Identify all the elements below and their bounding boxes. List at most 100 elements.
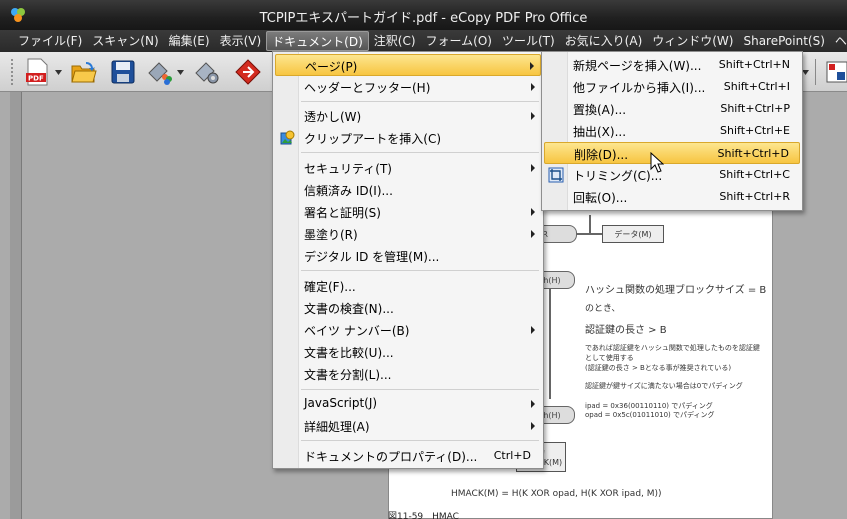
data-node: データ(M) (602, 225, 664, 243)
menu-item-redaction[interactable]: 墨塗り(R) (275, 223, 541, 245)
menu-item-insert-new-page[interactable]: 新規ページを挿入(W)... Shift+Ctrl+N (544, 54, 800, 76)
menu-window[interactable]: ウィンドウ(W) (647, 31, 738, 51)
save-button[interactable] (108, 57, 138, 87)
menu-tools[interactable]: ツール(T) (497, 31, 560, 51)
menu-favorites[interactable]: お気に入り(A) (560, 31, 648, 51)
gear-tool-icon (195, 62, 219, 84)
dropdown-arrow-icon[interactable] (802, 70, 809, 75)
menu-item-label: 文書の検査(N)... (304, 302, 394, 316)
menu-item-shortcut: Shift+Ctrl+P (720, 102, 790, 115)
svg-text:PDF: PDF (28, 75, 44, 83)
menu-file[interactable]: ファイル(F) (13, 31, 87, 51)
submenu-arrow-icon (530, 62, 534, 70)
menu-item-document-properties[interactable]: ドキュメントのプロパティ(D)... Ctrl+D (275, 445, 541, 467)
menu-item-shortcut: Shift+Ctrl+I (723, 80, 790, 93)
menu-scan[interactable]: スキャン(N) (87, 31, 163, 51)
menu-item-header-footer[interactable]: ヘッダーとフッター(H) (275, 76, 541, 98)
convert-button[interactable] (233, 57, 263, 87)
menu-item-label: ヘッダーとフッター(H) (304, 81, 431, 95)
menu-item-trusted-id[interactable]: 信頼済み ID(I)... (275, 179, 541, 201)
page-text-line: opad = 0x5c(01011010) でパディング (585, 411, 715, 419)
submenu-arrow-icon (531, 326, 535, 334)
page-text-line: のとき、 (585, 304, 621, 314)
menu-comment[interactable]: 注釈(C) (369, 31, 421, 51)
menu-view[interactable]: 表示(V) (215, 31, 267, 51)
page-text-line: (認証鍵の長さ > Bとなる事が推奨されている) (585, 364, 732, 372)
menu-item-inspect-document[interactable]: 文書の検査(N)... (275, 297, 541, 319)
toolbar-separator (812, 57, 818, 87)
menu-item-sign-certify[interactable]: 署名と証明(S) (275, 201, 541, 223)
menu-item-split-document[interactable]: 文書を分割(L)... (275, 363, 541, 385)
dropdown-arrow-icon[interactable] (55, 70, 62, 75)
crop-icon (548, 167, 564, 183)
color-stamp-icon (148, 62, 172, 85)
menu-item-shortcut: Shift+Ctrl+D (717, 147, 789, 160)
menu-item-label: 署名と証明(S) (304, 206, 381, 220)
menu-item-label: ページ(P) (305, 60, 358, 74)
menu-edit[interactable]: 編集(E) (164, 31, 215, 51)
toolbar-grip[interactable] (10, 58, 14, 86)
menu-item-manage-digital-id[interactable]: デジタル ID を管理(M)... (275, 245, 541, 267)
menu-item-label: トリミング(C)... (573, 169, 663, 183)
menu-form[interactable]: フォーム(O) (421, 31, 497, 51)
menu-item-security[interactable]: セキュリティ(T) (275, 157, 541, 179)
menu-item-finalize[interactable]: 確定(F)... (275, 275, 541, 297)
menu-item-page[interactable]: ページ(P) (275, 54, 541, 76)
page-text-line: であれば認証鍵をハッシュ関数で処理したものを認証鍵 (585, 344, 760, 352)
flag-button[interactable] (822, 57, 847, 87)
menu-document[interactable]: ドキュメント(D) (266, 31, 369, 51)
menu-item-label: クリップアートを挿入(C) (304, 132, 442, 146)
page-text-line: 認証鍵の長さ > B (585, 325, 667, 336)
document-menu: ページ(P) ヘッダーとフッター(H) 透かし(W) クリップアートを挿入(C)… (272, 51, 544, 469)
diagram-connector (589, 215, 591, 233)
window-title: TCPIPエキスパートガイド.pdf - eCopy PDF Pro Offic… (259, 11, 588, 26)
open-folder-icon (71, 62, 97, 83)
menu-item-javascript[interactable]: JavaScript(J) (275, 393, 541, 415)
color-print-button[interactable] (145, 57, 175, 87)
diagram-connector (549, 289, 551, 399)
menu-item-compare-documents[interactable]: 文書を比較(U)... (275, 341, 541, 363)
menu-item-label: 墨塗り(R) (304, 228, 358, 242)
page-text-line: 認証鍵が鍵サイズに満たない場合は0でパディング (585, 382, 743, 390)
settings-tool-button[interactable] (192, 57, 222, 87)
menu-item-label: 削除(D)... (574, 148, 629, 162)
open-button[interactable] (69, 57, 99, 87)
dropdown-arrow-icon[interactable] (177, 70, 184, 75)
navigation-panel-collapsed[interactable] (10, 92, 22, 519)
menu-item-bates-number[interactable]: ベイツ ナンバー(B) (275, 319, 541, 341)
menu-item-label: 抽出(X)... (573, 125, 627, 139)
menu-item-label: 文書を比較(U)... (304, 346, 394, 360)
page-text-line: として使用する (585, 354, 634, 362)
submenu-arrow-icon (531, 422, 535, 430)
menu-item-delete[interactable]: 削除(D)... Shift+Ctrl+D (544, 142, 800, 164)
submenu-arrow-icon (531, 208, 535, 216)
menu-item-label: 他ファイルから挿入(I)... (573, 81, 706, 95)
convert-icon (235, 59, 261, 85)
submenu-arrow-icon (531, 230, 535, 238)
menu-item-insert-from-file[interactable]: 他ファイルから挿入(I)... Shift+Ctrl+I (544, 76, 800, 98)
menu-sharepoint[interactable]: SharePoint(S) (738, 31, 829, 51)
page-submenu: 新規ページを挿入(W)... Shift+Ctrl+N 他ファイルから挿入(I)… (541, 51, 803, 211)
menu-item-label: 透かし(W) (304, 110, 362, 124)
menu-item-label: 文書を分割(L)... (304, 368, 392, 382)
menu-item-insert-clipart[interactable]: クリップアートを挿入(C) (275, 127, 541, 149)
menu-separator (301, 152, 539, 153)
menu-item-advanced-processing[interactable]: 詳細処理(A) (275, 415, 541, 437)
menu-item-label: デジタル ID を管理(M)... (304, 250, 440, 264)
menu-item-rotate[interactable]: 回転(O)... Shift+Ctrl+R (544, 186, 800, 208)
menu-item-watermark[interactable]: 透かし(W) (275, 105, 541, 127)
mouse-pointer-icon (650, 152, 664, 173)
menu-help[interactable]: ヘ (830, 31, 847, 51)
menu-item-shortcut: Shift+Ctrl+E (720, 124, 790, 137)
hmac-formula: HMACK(M) = H(K XOR opad, H(K XOR ipad, M… (451, 489, 662, 499)
menu-item-label: 置換(A)... (573, 103, 627, 117)
menu-item-label: 詳細処理(A) (304, 420, 370, 434)
create-pdf-button[interactable]: PDF (22, 57, 52, 87)
menu-item-replace[interactable]: 置換(A)... Shift+Ctrl+P (544, 98, 800, 120)
menu-item-extract[interactable]: 抽出(X)... Shift+Ctrl+E (544, 120, 800, 142)
menu-item-label: 回転(O)... (573, 191, 628, 205)
submenu-arrow-icon (531, 112, 535, 120)
menu-item-crop[interactable]: トリミング(C)... Shift+Ctrl+C (544, 164, 800, 186)
menu-separator (301, 440, 539, 441)
submenu-arrow-icon (531, 400, 535, 408)
